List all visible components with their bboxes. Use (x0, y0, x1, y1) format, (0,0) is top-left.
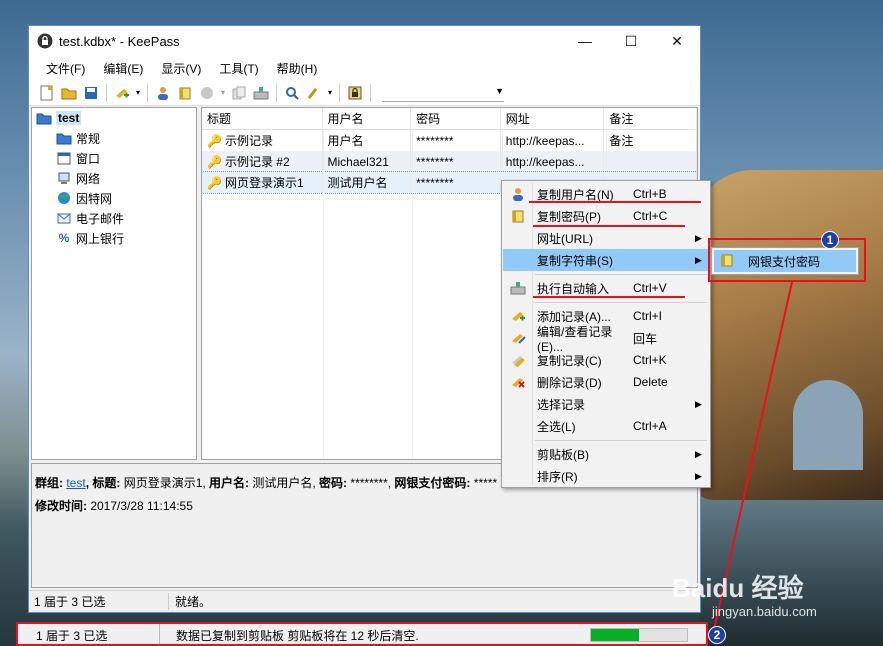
baidu-watermark-url: jingyan.baidu.com (712, 604, 817, 619)
annotation-connector (713, 281, 793, 631)
annotation-box-2 (16, 622, 708, 646)
baidu-watermark: Baidu 经验 (672, 573, 804, 603)
annotation-badge-2: 2 (708, 626, 726, 644)
